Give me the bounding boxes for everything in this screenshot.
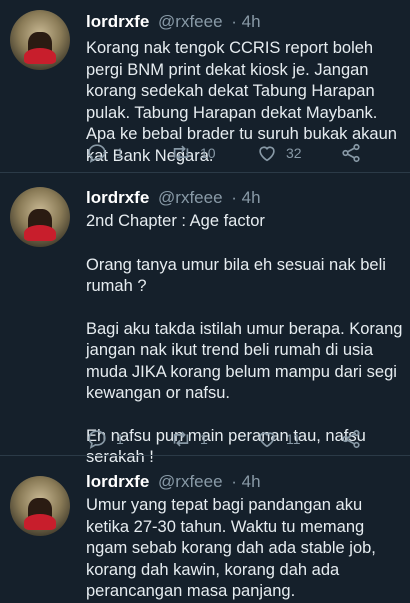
tweet-paragraph: Umur yang tepat bagi pandangan aku ketik… bbox=[86, 496, 376, 600]
retweet-count: 10 bbox=[200, 145, 216, 161]
reply-icon bbox=[88, 430, 106, 449]
tweet-actions: 1 10 32 bbox=[86, 141, 386, 165]
share-button[interactable] bbox=[340, 141, 362, 165]
tweet-header: lordrxfe @rxfeee · 4h bbox=[86, 188, 261, 208]
tweet[interactable]: lordrxfe @rxfeee · 4h 2nd Chapter : Age … bbox=[0, 173, 410, 466]
tweet-header: lordrxfe @rxfeee · 4h bbox=[86, 12, 261, 32]
reply-button[interactable]: 1 bbox=[86, 427, 124, 451]
timestamp[interactable]: · 4h bbox=[231, 12, 260, 31]
tweet-text: Korang nak tengok CCRIS report boleh per… bbox=[86, 38, 404, 188]
tweet-text: Umur yang tepat bagi pandangan aku ketik… bbox=[86, 495, 404, 603]
display-name[interactable]: lordrxfe bbox=[86, 188, 149, 207]
tweet[interactable]: lordrxfe @rxfeee · 4h Umur yang tepat ba… bbox=[0, 456, 410, 600]
user-handle[interactable]: @rxfeee bbox=[158, 472, 223, 491]
user-handle[interactable]: @rxfeee bbox=[158, 12, 223, 31]
display-name[interactable]: lordrxfe bbox=[86, 472, 149, 491]
tweet-header: lordrxfe @rxfeee · 4h bbox=[86, 472, 261, 492]
retweet-icon bbox=[173, 145, 189, 161]
share-icon bbox=[342, 429, 360, 449]
timestamp[interactable]: · 4h bbox=[231, 188, 260, 207]
reply-button[interactable]: 1 bbox=[86, 141, 124, 165]
retweet-button[interactable]: 10 bbox=[170, 141, 216, 165]
reply-count: 1 bbox=[116, 145, 124, 161]
display-name[interactable]: lordrxfe bbox=[86, 12, 149, 31]
retweet-button[interactable]: 1 bbox=[170, 427, 208, 451]
heart-icon bbox=[259, 432, 275, 448]
like-button[interactable]: 32 bbox=[256, 141, 302, 165]
retweet-count: 1 bbox=[200, 431, 208, 447]
user-handle[interactable]: @rxfeee bbox=[158, 188, 223, 207]
tweet-paragraph: Orang tanya umur bila eh sesuai nak beli… bbox=[86, 255, 386, 296]
avatar[interactable] bbox=[10, 187, 70, 247]
share-button[interactable] bbox=[340, 427, 362, 451]
share-icon bbox=[342, 143, 360, 163]
like-count: 11 bbox=[286, 431, 301, 447]
heart-icon bbox=[259, 146, 275, 162]
like-count: 32 bbox=[286, 145, 302, 161]
avatar[interactable] bbox=[10, 10, 70, 70]
tweet-actions: 1 1 11 bbox=[86, 427, 386, 451]
reply-icon bbox=[88, 144, 106, 163]
avatar[interactable] bbox=[10, 476, 70, 536]
tweet-paragraph: 2nd Chapter : Age factor bbox=[86, 212, 265, 230]
reply-count: 1 bbox=[116, 431, 124, 447]
like-button[interactable]: 11 bbox=[256, 427, 301, 451]
tweet[interactable]: lordrxfe @rxfeee · 4h Korang nak tengok … bbox=[0, 0, 410, 172]
tweet-paragraph: Bagi aku takda istilah umur berapa. Kora… bbox=[86, 319, 403, 403]
retweet-icon bbox=[173, 431, 189, 447]
timestamp[interactable]: · 4h bbox=[231, 472, 260, 491]
